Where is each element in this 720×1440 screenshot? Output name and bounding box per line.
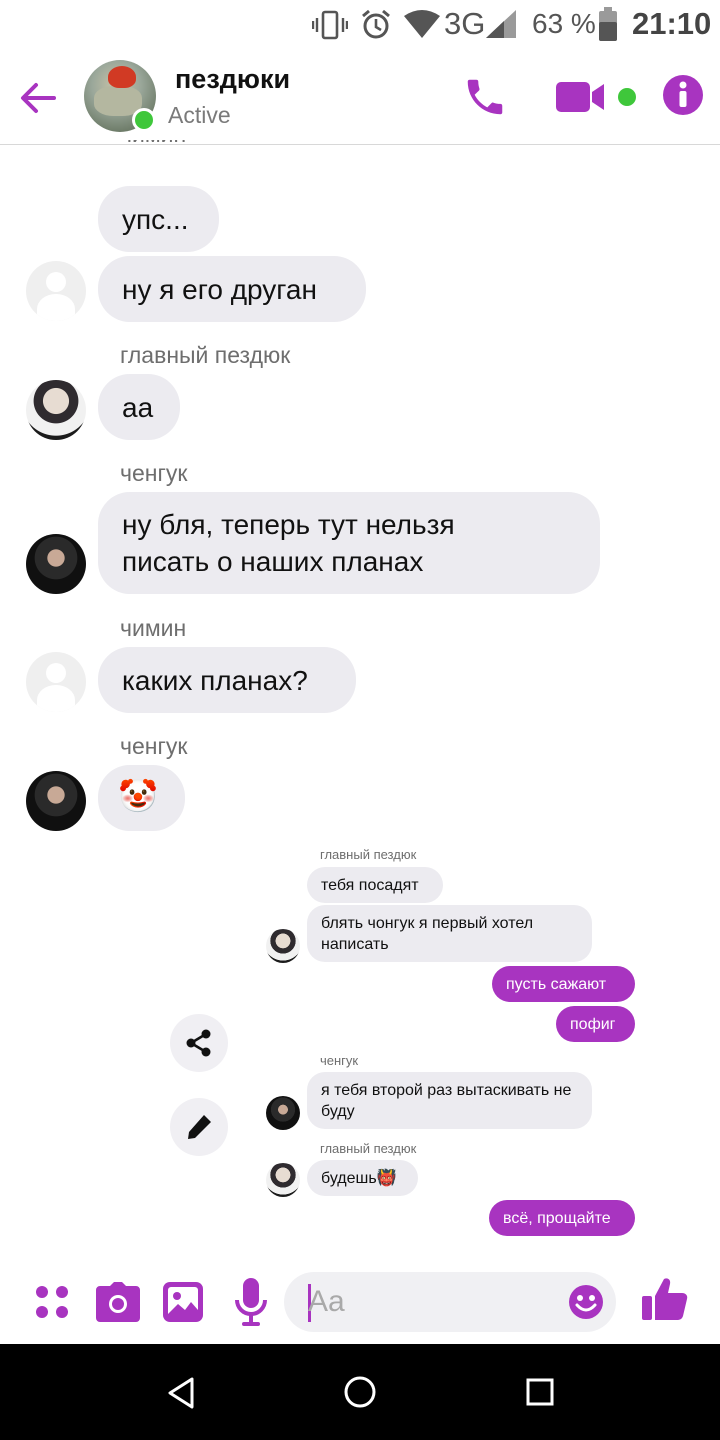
sender-name: главный пездюк [120, 342, 291, 368]
video-active-dot [618, 88, 636, 106]
back-arrow-icon[interactable] [18, 78, 58, 118]
battery-percent: 63 % [532, 8, 596, 39]
clock: 21:10 [632, 6, 712, 41]
message-bubble[interactable]: будешь👹 [307, 1160, 418, 1196]
message-bubble[interactable]: ну бля, теперь тут нельзя писать о наших… [98, 492, 600, 594]
sender-name: ченгук [120, 460, 188, 486]
message-bubble[interactable]: ну я его друган [98, 256, 366, 322]
sender-name: чимин [120, 615, 187, 641]
microphone-icon[interactable] [234, 1278, 268, 1326]
network-type: 3G [444, 6, 486, 41]
video-icon[interactable] [556, 80, 606, 114]
message-bubble[interactable]: блять чонгук я первый хотел написать [307, 905, 592, 962]
message-bubble[interactable]: тебя посадят [307, 867, 443, 903]
outgoing-message-bubble[interactable]: всё, прощайте [489, 1200, 635, 1236]
edit-button[interactable] [170, 1098, 228, 1156]
emoji-icon[interactable] [568, 1284, 604, 1320]
message-bubble[interactable]: 🤡 [98, 765, 185, 831]
outgoing-message-bubble[interactable]: пусть сажают [492, 966, 635, 1002]
signal-icon [486, 10, 516, 38]
chat-active-status: Active [168, 102, 231, 128]
sender-name: ченгук [120, 733, 188, 759]
phone-icon[interactable] [462, 74, 508, 120]
message-bubble[interactable]: я тебя второй раз вытаскивать не буду [307, 1072, 592, 1129]
status-bar: 3G 63 % 21:10 [0, 0, 720, 50]
online-indicator [132, 108, 156, 132]
wifi-icon [404, 10, 440, 38]
message-input-container[interactable] [284, 1272, 616, 1332]
gallery-icon[interactable] [163, 1282, 203, 1322]
avatar[interactable] [26, 534, 86, 594]
thumbs-up-icon[interactable] [642, 1276, 688, 1322]
camera-icon[interactable] [96, 1282, 140, 1322]
vibrate-icon [312, 10, 348, 40]
sender-name-clipped: чимин [120, 140, 186, 152]
battery-icon [599, 7, 617, 41]
avatar[interactable] [266, 929, 300, 963]
sender-name: главный пездюк [320, 847, 417, 862]
pen-icon [188, 1115, 211, 1139]
message-input[interactable] [308, 1282, 538, 1322]
avatar[interactable] [26, 771, 86, 831]
avatar[interactable] [266, 1163, 300, 1197]
avatar[interactable] [26, 261, 86, 321]
apps-icon[interactable] [34, 1284, 70, 1320]
avatar[interactable] [26, 380, 86, 440]
nav-recents-icon[interactable] [526, 1378, 554, 1406]
sender-name: главный пездюк [320, 1141, 417, 1156]
messenger-screen: 3G 63 % 21:10 пездюки Active упс... ну я… [0, 0, 720, 1440]
alarm-icon [362, 9, 390, 39]
sender-name: ченгук [320, 1053, 359, 1068]
message-bubble[interactable]: аа [98, 374, 180, 440]
nav-home-icon[interactable] [343, 1375, 377, 1409]
message-bubble[interactable]: упс... [98, 186, 219, 252]
chat-title[interactable]: пездюки [175, 64, 290, 95]
info-icon[interactable] [662, 74, 704, 116]
share-icon [186, 1029, 211, 1057]
avatar[interactable] [266, 1096, 300, 1130]
message-bubble[interactable]: каких планах? [98, 647, 356, 713]
share-button[interactable] [170, 1014, 228, 1072]
avatar[interactable] [26, 652, 86, 712]
chat-header: пездюки Active [0, 50, 720, 145]
outgoing-message-bubble[interactable]: пофиг [556, 1006, 635, 1042]
message-composer [0, 1262, 720, 1344]
nav-back-icon[interactable] [166, 1376, 196, 1410]
android-nav-bar [0, 1344, 720, 1440]
